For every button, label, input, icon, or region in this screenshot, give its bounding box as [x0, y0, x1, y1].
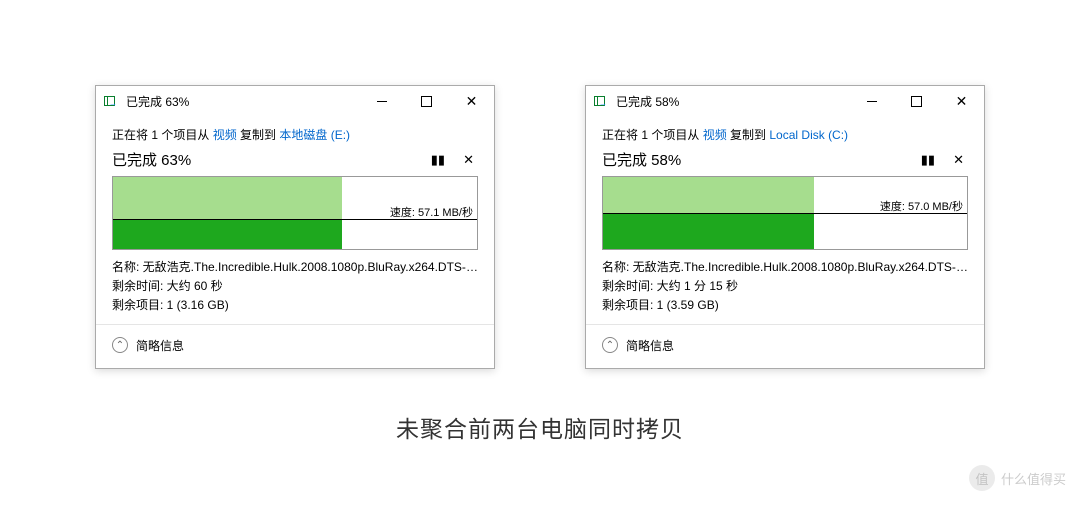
copy-description: 正在将 1 个项目从 视频 复制到 Local Disk (C:) [602, 126, 968, 143]
progress-title: 已完成 63% [112, 149, 191, 170]
window-title: 已完成 58% [616, 93, 849, 110]
details-toggle[interactable]: ⌃ 简略信息 [112, 325, 478, 368]
maximize-button[interactable] [894, 86, 939, 116]
details-toggle[interactable]: ⌃ 简略信息 [602, 325, 968, 368]
progress-title: 已完成 58% [602, 149, 681, 170]
time-remaining-row: 剩余时间: 大约 1 分 15 秒 [602, 277, 968, 296]
dest-link[interactable]: 本地磁盘 (E:) [279, 128, 350, 142]
copy-dialog-1: → 已完成 63% ✕ 正在将 1 个项目从 视频 复制到 本地磁盘 (E:) … [95, 85, 495, 369]
titlebar[interactable]: → 已完成 58% ✕ [586, 86, 984, 116]
items-remaining-row: 剩余项目: 1 (3.16 GB) [112, 296, 478, 315]
speed-label: 速度: 57.0 MB/秒 [880, 198, 963, 214]
dest-link[interactable]: Local Disk (C:) [769, 128, 848, 142]
speed-chart: 速度: 57.1 MB/秒 [112, 176, 478, 250]
cancel-button[interactable]: ✕ [463, 152, 474, 168]
items-remaining-row: 剩余项目: 1 (3.59 GB) [602, 296, 968, 315]
file-name-row: 名称: 无敌浩克.The.Incredible.Hulk.2008.1080p.… [602, 258, 968, 277]
chevron-up-icon: ⌃ [112, 337, 128, 353]
close-button[interactable]: ✕ [939, 86, 984, 116]
caption-text: 未聚合前两台电脑同时拷贝 [0, 410, 1080, 444]
pause-button[interactable]: ▮▮ [921, 152, 935, 168]
time-remaining-row: 剩余时间: 大约 60 秒 [112, 277, 478, 296]
speed-chart: 速度: 57.0 MB/秒 [602, 176, 968, 250]
chevron-up-icon: ⌃ [602, 337, 618, 353]
cancel-button[interactable]: ✕ [953, 152, 964, 168]
close-button[interactable]: ✕ [449, 86, 494, 116]
minimize-button[interactable] [359, 86, 404, 116]
maximize-button[interactable] [404, 86, 449, 116]
minimize-button[interactable] [849, 86, 894, 116]
copy-icon: → [104, 96, 120, 106]
titlebar[interactable]: → 已完成 63% ✕ [96, 86, 494, 116]
copy-dialog-2: → 已完成 58% ✕ 正在将 1 个项目从 视频 复制到 Local Disk… [585, 85, 985, 369]
pause-button[interactable]: ▮▮ [431, 152, 445, 168]
copy-description: 正在将 1 个项目从 视频 复制到 本地磁盘 (E:) [112, 126, 478, 143]
source-link[interactable]: 视频 [703, 128, 727, 142]
copy-icon: → [594, 96, 610, 106]
watermark-badge: 值 [969, 465, 995, 491]
source-link[interactable]: 视频 [213, 128, 237, 142]
watermark-text: 什么值得买 [1001, 469, 1066, 488]
watermark: 值 什么值得买 [969, 465, 1066, 491]
speed-label: 速度: 57.1 MB/秒 [390, 204, 473, 220]
file-name-row: 名称: 无敌浩克.The.Incredible.Hulk.2008.1080p.… [112, 258, 478, 277]
window-title: 已完成 63% [126, 93, 359, 110]
